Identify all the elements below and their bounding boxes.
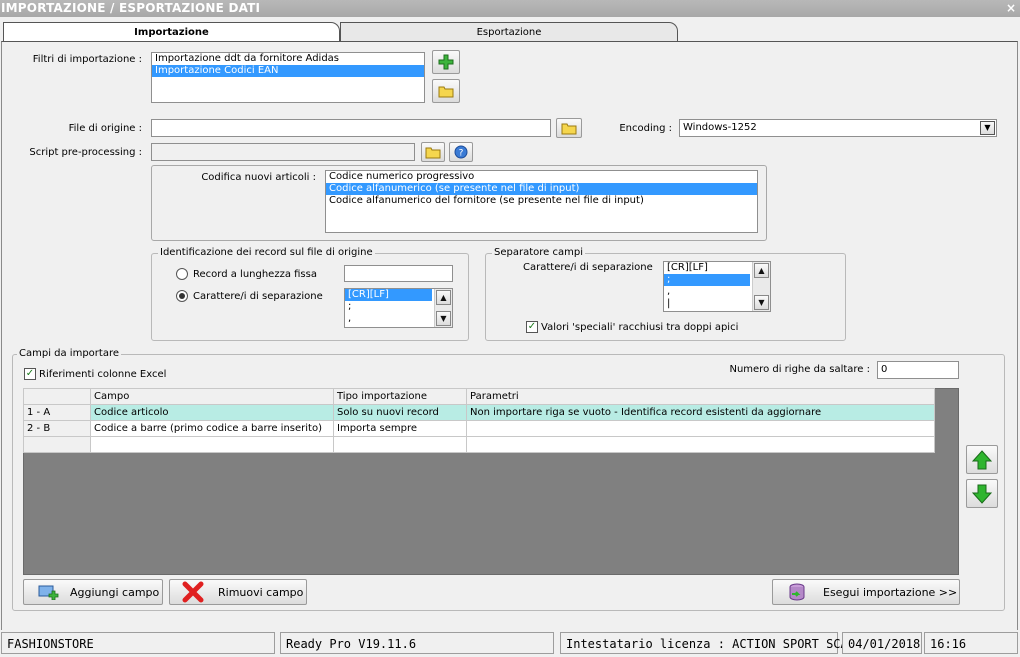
codifica-item[interactable]: Codice alfanumerico del fornitore (se pr… (326, 195, 757, 207)
browse-script-button[interactable] (421, 142, 445, 162)
skip-rows-input[interactable]: 0 (877, 361, 959, 379)
arrow-up-icon (972, 449, 992, 469)
window-title: IMPORTAZIONE / ESPORTAZIONE DATI (0, 0, 1020, 17)
status-date: 04/01/2018 (842, 632, 922, 654)
plus-icon (438, 54, 454, 70)
row-header[interactable]: 1 - A (23, 404, 91, 421)
svg-text:?: ? (459, 149, 464, 159)
add-table-icon (38, 585, 59, 600)
red-x-icon (182, 581, 204, 603)
skip-rows-label: Numero di righe da saltare : (729, 364, 870, 375)
encoding-value: Windows-1252 (683, 122, 757, 133)
scroll-up-icon[interactable]: ▲ (754, 263, 769, 278)
run-import-label: Esegui importazione >> (823, 585, 958, 599)
status-company: FASHIONSTORE (1, 632, 275, 654)
column-header[interactable]: Tipo importazione (333, 388, 467, 405)
scroll-down-icon[interactable]: ▼ (436, 311, 451, 326)
fields-grid[interactable]: Campo Tipo importazione Parametri 1 - A … (23, 388, 935, 453)
tab-importazione[interactable]: Importazione (3, 22, 340, 42)
source-file-input[interactable] (151, 119, 551, 137)
scrollbar[interactable]: ▲ ▼ (752, 262, 770, 311)
fixed-length-label: Record a lunghezza fissa (193, 269, 317, 280)
cell-empty[interactable] (90, 436, 334, 453)
add-field-button[interactable]: Aggiungi campo (23, 579, 163, 605)
status-version: Ready Pro V19.11.6 (280, 632, 554, 654)
cell-parametri[interactable] (466, 420, 935, 437)
cell-campo[interactable]: Codice articolo (90, 404, 334, 421)
cell-empty[interactable] (333, 436, 467, 453)
remove-field-label: Rimuovi campo (218, 585, 304, 599)
status-time: 16:16 (924, 632, 1018, 654)
record-id-legend: Identificazione dei record sul file di o… (158, 247, 375, 258)
radio-fixed-length[interactable] (176, 268, 188, 280)
field-sep-item-selected[interactable]: ; (664, 274, 750, 286)
column-header[interactable]: Parametri (466, 388, 935, 405)
codifica-label: Codifica nuovi articoli : (201, 172, 316, 183)
radio-separator[interactable] (176, 290, 188, 302)
quotes-label: Valori 'speciali' racchiusi tra doppi ap… (541, 322, 739, 333)
status-license: Intestatario licenza : ACTION SPORT SCAR… (560, 632, 862, 654)
arrow-down-icon (972, 484, 992, 504)
encoding-label: Encoding : (619, 123, 672, 134)
folder-icon (561, 123, 577, 135)
move-down-button[interactable] (966, 479, 998, 508)
preprocess-input[interactable] (151, 143, 415, 161)
remove-field-button[interactable]: Rimuovi campo (169, 579, 307, 605)
field-separator-list[interactable]: [CR][LF] ; , | ▲ ▼ (663, 261, 771, 312)
move-up-button[interactable] (966, 445, 998, 474)
chevron-down-icon[interactable]: ▼ (980, 121, 995, 135)
codifica-list[interactable]: Codice numerico progressivo Codice alfan… (325, 170, 758, 233)
field-sep-label: Carattere/i di separazione (523, 262, 653, 273)
row-header[interactable] (23, 436, 91, 453)
filter-item-selected[interactable]: Importazione Codici EAN (152, 65, 424, 77)
source-file-label: File di origine : (68, 123, 142, 134)
filters-list[interactable]: Importazione ddt da fornitore Adidas Imp… (151, 52, 425, 103)
excel-checkbox[interactable]: ✓ (24, 368, 36, 380)
table-row[interactable]: 1 - A Codice articolo Solo su nuovi reco… (23, 404, 935, 421)
scroll-up-icon[interactable]: ▲ (436, 290, 451, 305)
column-header[interactable]: Campo (90, 388, 334, 405)
fields-legend: Campi da importare (17, 348, 121, 359)
encoding-select[interactable]: Windows-1252 ▼ (679, 119, 997, 137)
run-import-button[interactable]: Esegui importazione >> (772, 579, 960, 605)
quotes-checkbox[interactable]: ✓ (526, 321, 538, 333)
table-row[interactable]: 2 - B Codice a barre (primo codice a bar… (23, 420, 935, 437)
row-header[interactable]: 2 - B (23, 420, 91, 437)
tab-esportazione[interactable]: Esportazione (340, 22, 678, 42)
cell-tipo[interactable]: Solo su nuovi record (333, 404, 467, 421)
add-filter-button[interactable] (432, 50, 460, 74)
separator-label: Carattere/i di separazione (193, 291, 323, 302)
cell-empty[interactable] (466, 436, 935, 453)
browse-source-button[interactable] (556, 118, 582, 138)
cell-tipo[interactable]: Importa sempre (333, 420, 467, 437)
filters-label: Filtri di importazione : (32, 54, 142, 65)
table-row-empty[interactable] (23, 436, 935, 453)
fixed-length-input[interactable] (344, 265, 453, 282)
add-field-label: Aggiungi campo (70, 585, 160, 599)
grid-corner (23, 388, 91, 405)
folder-icon (438, 86, 454, 98)
help-icon: ? (454, 145, 468, 159)
cell-campo[interactable]: Codice a barre (primo codice a barre ins… (90, 420, 334, 437)
record-sep-item-selected[interactable]: [CR][LF] (345, 289, 432, 301)
scroll-down-icon[interactable]: ▼ (754, 295, 769, 310)
close-button[interactable]: × (1006, 0, 1016, 16)
excel-label: Riferimenti colonne Excel (39, 369, 167, 380)
database-import-icon (789, 583, 805, 601)
codifica-item-selected[interactable]: Codice alfanumerico (se presente nel fil… (326, 183, 757, 195)
open-filter-button[interactable] (432, 79, 460, 103)
preprocess-label: Script pre-processing : (29, 147, 142, 158)
help-script-button[interactable]: ? (449, 142, 473, 162)
filter-item[interactable]: Importazione ddt da fornitore Adidas (152, 53, 424, 65)
folder-icon (425, 147, 441, 159)
record-separator-list[interactable]: [CR][LF] ; , ▲ ▼ (344, 288, 453, 328)
field-sep-legend: Separatore campi (492, 247, 585, 258)
scrollbar[interactable]: ▲ ▼ (434, 289, 452, 327)
cell-parametri[interactable]: Non importare riga se vuoto - Identifica… (466, 404, 935, 421)
codifica-item[interactable]: Codice numerico progressivo (326, 171, 757, 183)
